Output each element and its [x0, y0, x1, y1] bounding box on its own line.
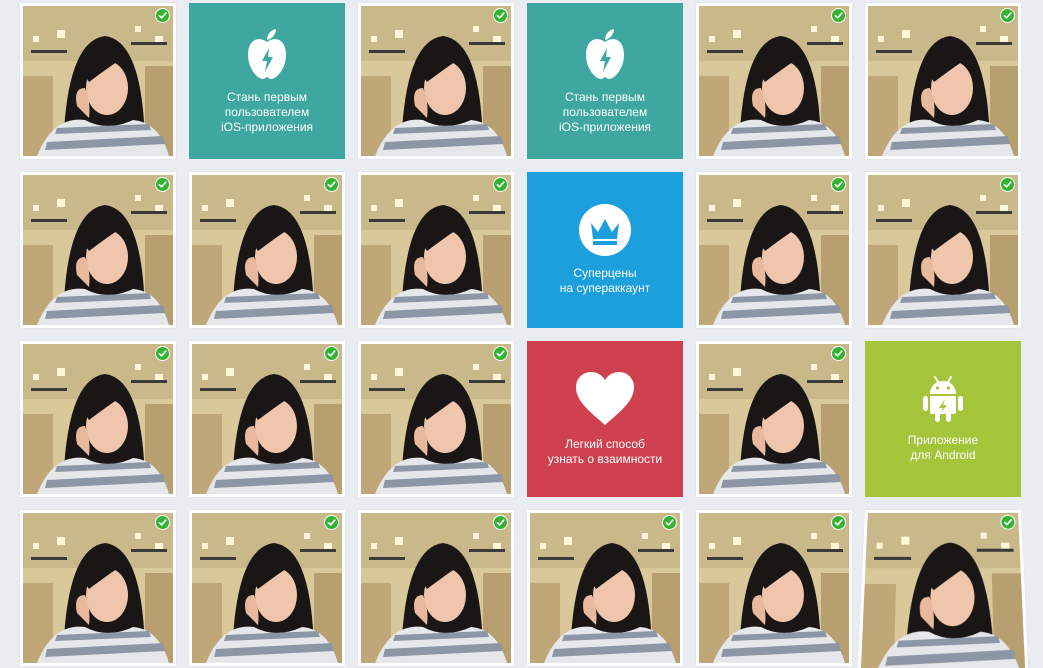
verified-badge: [493, 515, 508, 530]
photo-tile[interactable]: [20, 510, 176, 666]
apple-icon: [245, 28, 289, 80]
photo-tile[interactable]: [189, 172, 345, 328]
photo-tile[interactable]: [865, 172, 1021, 328]
verified-badge: [155, 8, 170, 23]
user-photo: [23, 175, 173, 325]
photo-tile[interactable]: [358, 172, 514, 328]
checkmark-icon: [1003, 518, 1012, 527]
photo-tile[interactable]: [696, 341, 852, 497]
verified-badge: [1000, 8, 1015, 23]
checkmark-icon: [834, 350, 843, 357]
photo-grid: Стань первым пользователем iOS-приложени…: [0, 0, 1043, 668]
photo-tile[interactable]: [857, 510, 1029, 668]
verified-badge: [662, 515, 677, 530]
checkmark-icon: [496, 12, 505, 19]
promo-text: Суперцены на супераккаунт: [559, 266, 651, 295]
photo-tile[interactable]: [20, 172, 176, 328]
user-photo: [699, 513, 849, 663]
checkmark-icon: [496, 181, 505, 188]
photo-tile[interactable]: [865, 3, 1021, 159]
verified-badge: [831, 515, 846, 530]
checkmark-icon: [834, 181, 843, 188]
checkmark-icon: [665, 519, 674, 526]
user-photo: [23, 344, 173, 494]
photo-tile[interactable]: [20, 3, 176, 159]
user-photo: [192, 175, 342, 325]
user-photo: [530, 513, 680, 663]
verified-badge: [324, 177, 339, 192]
checkmark-icon: [158, 350, 167, 357]
verified-badge: [155, 177, 170, 192]
promo-tile-superprice[interactable]: Суперцены на супераккаунт: [527, 172, 683, 328]
checkmark-icon: [158, 181, 167, 188]
user-photo: [868, 175, 1018, 325]
checkmark-icon: [496, 519, 505, 526]
user-photo: [361, 175, 511, 325]
checkmark-icon: [834, 12, 843, 19]
user-photo: [699, 175, 849, 325]
promo-tile-ios-2[interactable]: Стань первым пользователем iOS-приложени…: [527, 3, 683, 159]
verified-badge: [324, 346, 339, 361]
user-photo: [699, 344, 849, 494]
photo-tile[interactable]: [189, 510, 345, 666]
promo-tile-ios-1[interactable]: Стань первым пользователем iOS-приложени…: [189, 3, 345, 159]
crown-icon: [579, 204, 631, 256]
user-photo: [361, 513, 511, 663]
verified-badge: [493, 8, 508, 23]
verified-badge: [1000, 177, 1015, 192]
verified-badge: [831, 8, 846, 23]
promo-tile-match[interactable]: Легкий способ узнать о взаимности: [527, 341, 683, 497]
photo-tile[interactable]: [696, 172, 852, 328]
user-photo: [868, 6, 1018, 156]
photo-tile[interactable]: [20, 341, 176, 497]
photo-tile[interactable]: [527, 510, 683, 666]
user-photo: [860, 512, 1026, 668]
checkmark-icon: [1003, 181, 1012, 188]
user-photo: [23, 6, 173, 156]
checkmark-icon: [496, 350, 505, 357]
checkmark-icon: [327, 181, 336, 188]
user-photo: [361, 344, 511, 494]
promo-text: Легкий способ узнать о взаимности: [547, 437, 663, 466]
apple-icon: [583, 28, 627, 80]
verified-badge: [155, 346, 170, 361]
user-photo: [23, 513, 173, 663]
photo-tile[interactable]: [696, 510, 852, 666]
checkmark-icon: [327, 519, 336, 526]
verified-badge: [324, 515, 339, 530]
promo-text: Стань первым пользователем iOS-приложени…: [558, 89, 652, 134]
photo-tile[interactable]: [696, 3, 852, 159]
verified-badge: [493, 346, 508, 361]
photo-tile[interactable]: [358, 3, 514, 159]
verified-badge: [831, 177, 846, 192]
checkmark-icon: [158, 519, 167, 526]
android-icon: [921, 375, 965, 423]
promo-text: Стань первым пользователем iOS-приложени…: [220, 89, 314, 134]
verified-badge: [493, 177, 508, 192]
checkmark-icon: [327, 350, 336, 357]
user-photo: [699, 6, 849, 156]
user-photo: [192, 513, 342, 663]
photo-tile[interactable]: [358, 341, 514, 497]
photo-tile[interactable]: [358, 510, 514, 666]
verified-badge: [1000, 514, 1016, 530]
promo-tile-android[interactable]: Приложение для Android: [865, 341, 1021, 497]
checkmark-icon: [158, 12, 167, 19]
promo-text: Приложение для Android: [907, 433, 979, 462]
heart-icon: [574, 371, 636, 427]
checkmark-icon: [1003, 12, 1012, 19]
user-photo: [361, 6, 511, 156]
verified-badge: [831, 346, 846, 361]
photo-tile[interactable]: [189, 341, 345, 497]
user-photo: [192, 344, 342, 494]
verified-badge: [155, 515, 170, 530]
checkmark-icon: [834, 519, 843, 526]
